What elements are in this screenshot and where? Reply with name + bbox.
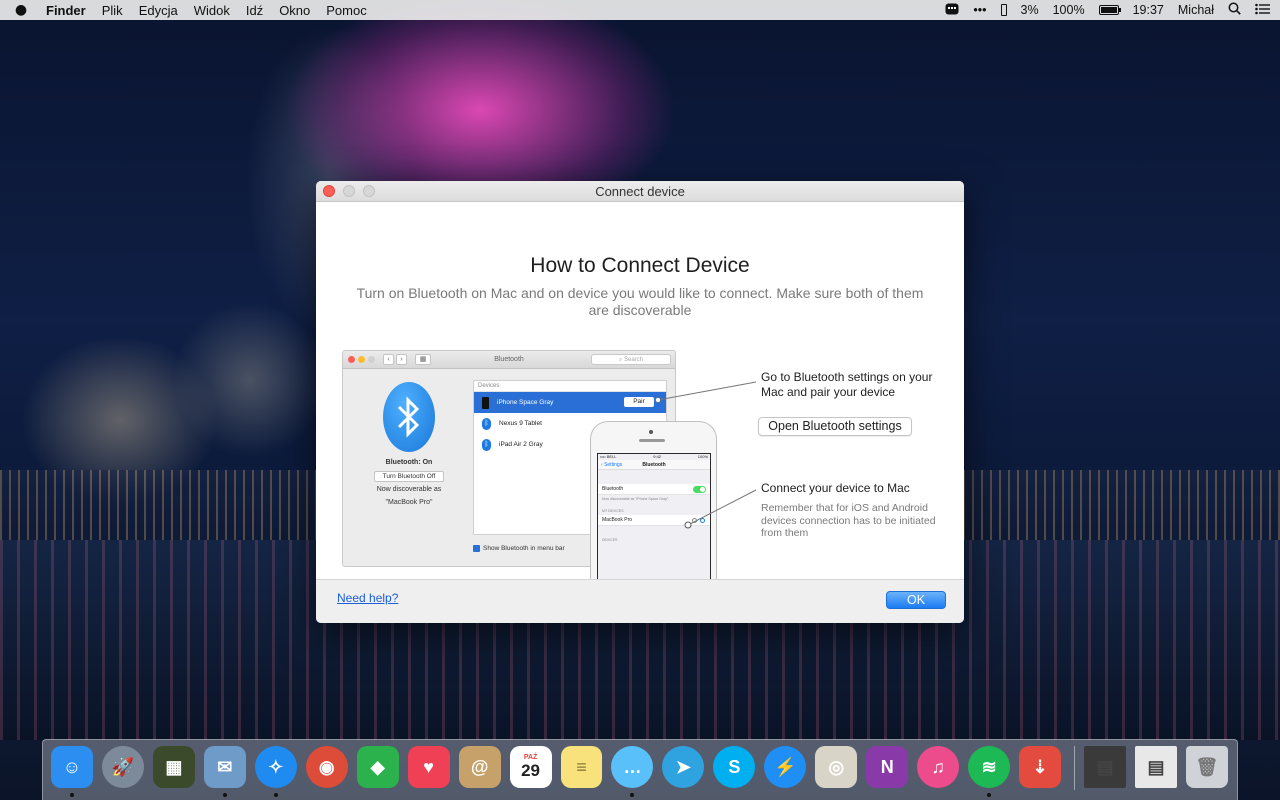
skype-icon[interactable]: S — [713, 746, 756, 788]
connecting-indicator-icon — [692, 518, 697, 523]
window-content: How to Connect Device Turn on Bluetooth … — [316, 202, 964, 613]
finder-icon[interactable]: ☺ — [51, 746, 93, 797]
menu-edycja[interactable]: Edycja — [139, 3, 178, 18]
itunes-icon[interactable]: ♫ — [917, 746, 960, 788]
running-indicator — [630, 793, 635, 797]
page-title: How to Connect Device — [530, 254, 750, 277]
bluetooth-icon: ᛒ — [482, 438, 491, 451]
turn-bluetooth-off-button: Turn Bluetooth Off — [374, 471, 444, 482]
my-device-row: MacBook Pro — [598, 515, 710, 526]
photos-preview-icon[interactable]: ◎ — [815, 746, 858, 788]
device-battery-percent[interactable]: 3% — [1021, 3, 1039, 17]
calendar-icon[interactable]: PAŹ 29 — [509, 746, 552, 788]
messages-icon[interactable]: … — [611, 746, 654, 797]
running-indicator — [70, 793, 74, 797]
bluetooth-icon — [383, 382, 435, 452]
step-2-title: Connect your device to Mac — [761, 481, 910, 495]
trash-icon[interactable]: 🗑 — [1185, 746, 1228, 788]
phone-note: Now discoverable as "iPhone Space Gray". — [602, 497, 670, 501]
speaker-icon — [639, 439, 665, 442]
more-icon[interactable]: ••• — [973, 3, 986, 17]
dock: ☺ 🚀 ▦ ✉ ✧ ◉ ◆ ♥ @ PAŹ 29 ≡… ➤ S ⚡ ◎ N ♫ ≋ ⇣ ▤ ▤ 🗑 — [42, 739, 1238, 800]
bluetooth-status: Bluetooth: On — [385, 459, 433, 466]
running-indicator — [273, 793, 278, 797]
bluetooth-row: Bluetooth — [598, 484, 710, 495]
zoom-button[interactable] — [363, 185, 375, 197]
pane-titlebar: ‹ › ▦ Bluetooth ⌕ Search — [343, 351, 675, 369]
info-icon — [700, 518, 705, 523]
menu-idz[interactable]: Idź — [246, 3, 263, 18]
pane-title: Bluetooth — [494, 356, 524, 363]
menu-plik[interactable]: Plik — [102, 3, 123, 18]
menu-pomoc[interactable]: Pomoc — [326, 3, 366, 18]
menu-finder[interactable]: Finder — [46, 3, 86, 18]
clock[interactable]: 19:37 — [1133, 3, 1164, 17]
pane-search: ⌕ Search — [591, 354, 671, 365]
step-2-note: Remember that for iOS and Android device… — [761, 502, 936, 539]
show-in-menu-bar-checkbox: Show Bluetooth in menu bar — [473, 545, 565, 552]
close-button[interactable] — [323, 185, 335, 197]
discoverable-text: Now discoverable as — [376, 486, 442, 493]
bluetooth-toggle — [693, 486, 706, 493]
menu-okno[interactable]: Okno — [279, 3, 310, 18]
camera-icon — [649, 430, 653, 434]
my-devices-header: MY DEVICES — [602, 509, 624, 513]
telegram-icon[interactable]: ➤ — [662, 746, 705, 788]
window-controls — [323, 185, 375, 197]
documents-stack-icon[interactable]: ▤ — [1135, 746, 1177, 788]
ok-button[interactable]: OK — [886, 591, 946, 609]
safari-icon[interactable]: ✧ — [254, 746, 297, 797]
battery-icon[interactable] — [1098, 5, 1121, 15]
grid-icon: ▦ — [415, 354, 431, 365]
window-footer: Need help? OK — [316, 579, 964, 623]
iphone-icon — [482, 396, 489, 409]
checkbox-checked-icon — [473, 545, 480, 552]
connect-device-window: Connect device How to Connect Device Tur… — [316, 181, 964, 623]
discoverable-name: "MacBook Pro" — [385, 499, 433, 506]
menu-bar: ● Finder Plik Edycja Widok Idź Okno Pomo… — [0, 0, 1280, 20]
status-area: ••• 3% 100% 19:37 Michał — [945, 2, 1270, 18]
pair-button: Pair — [624, 397, 654, 407]
open-bluetooth-settings-button[interactable]: Open Bluetooth settings — [758, 417, 912, 436]
apple-icon[interactable]: ● — [10, 2, 32, 18]
window-titlebar[interactable]: Connect device — [316, 181, 964, 202]
launchpad-icon[interactable]: 🚀 — [101, 746, 144, 788]
running-indicator — [987, 793, 992, 797]
devices-header: Devices — [474, 381, 666, 392]
app-status-icon[interactable] — [945, 3, 959, 18]
menu-widok[interactable]: Widok — [194, 3, 230, 18]
chrome-icon[interactable]: ◉ — [305, 746, 348, 788]
spotlight-search-icon[interactable] — [1228, 2, 1241, 18]
feedly-icon[interactable]: ◆ — [356, 746, 399, 788]
minimize-button[interactable] — [343, 185, 355, 197]
page-subtitle: Turn on Bluetooth on Mac and on device y… — [356, 285, 924, 318]
contacts-icon[interactable]: @ — [458, 746, 501, 788]
running-indicator — [222, 793, 227, 797]
bluetooth-icon: ᛒ — [482, 417, 491, 430]
installer-icon[interactable]: ⇣ — [1019, 746, 1062, 788]
forward-arrow-icon: › — [396, 354, 407, 365]
device-battery-icon[interactable] — [1000, 4, 1007, 16]
back-arrow-icon: ‹ — [383, 354, 394, 365]
battery-percent[interactable]: 100% — [1053, 3, 1085, 17]
downloads-stack-icon[interactable]: ▤ — [1084, 746, 1127, 788]
window-title: Connect device — [595, 184, 685, 199]
phone-devices-header: DEVICES — [602, 538, 618, 542]
notification-center-icon[interactable] — [1255, 3, 1270, 18]
user-menu[interactable]: Michał — [1178, 3, 1214, 17]
messenger-icon[interactable]: ⚡ — [764, 746, 807, 788]
onenote-icon[interactable]: N — [866, 746, 909, 788]
spotify-icon[interactable]: ≋ — [968, 746, 1011, 797]
dock-separator — [1074, 746, 1076, 790]
phone-nav-title: Bluetooth — [642, 461, 666, 468]
preview-icon[interactable]: ✉ — [203, 746, 246, 797]
step-1-text: Go to Bluetooth settings on your Mac and… — [761, 370, 933, 399]
notes-icon[interactable]: ≡ — [560, 746, 603, 788]
dock-icons: ☺ 🚀 ▦ ✉ ✧ ◉ ◆ ♥ @ PAŹ 29 ≡… ➤ S ⚡ ◎ N ♫ ≋ ⇣ ▤ ▤ 🗑 — [43, 746, 1237, 797]
list-item: iPhone Space Gray Pair — [474, 392, 666, 413]
pocket-icon[interactable]: ♥ — [407, 746, 450, 788]
image-capture-icon[interactable]: ▦ — [152, 746, 195, 788]
need-help-link[interactable]: Need help? — [337, 591, 398, 605]
